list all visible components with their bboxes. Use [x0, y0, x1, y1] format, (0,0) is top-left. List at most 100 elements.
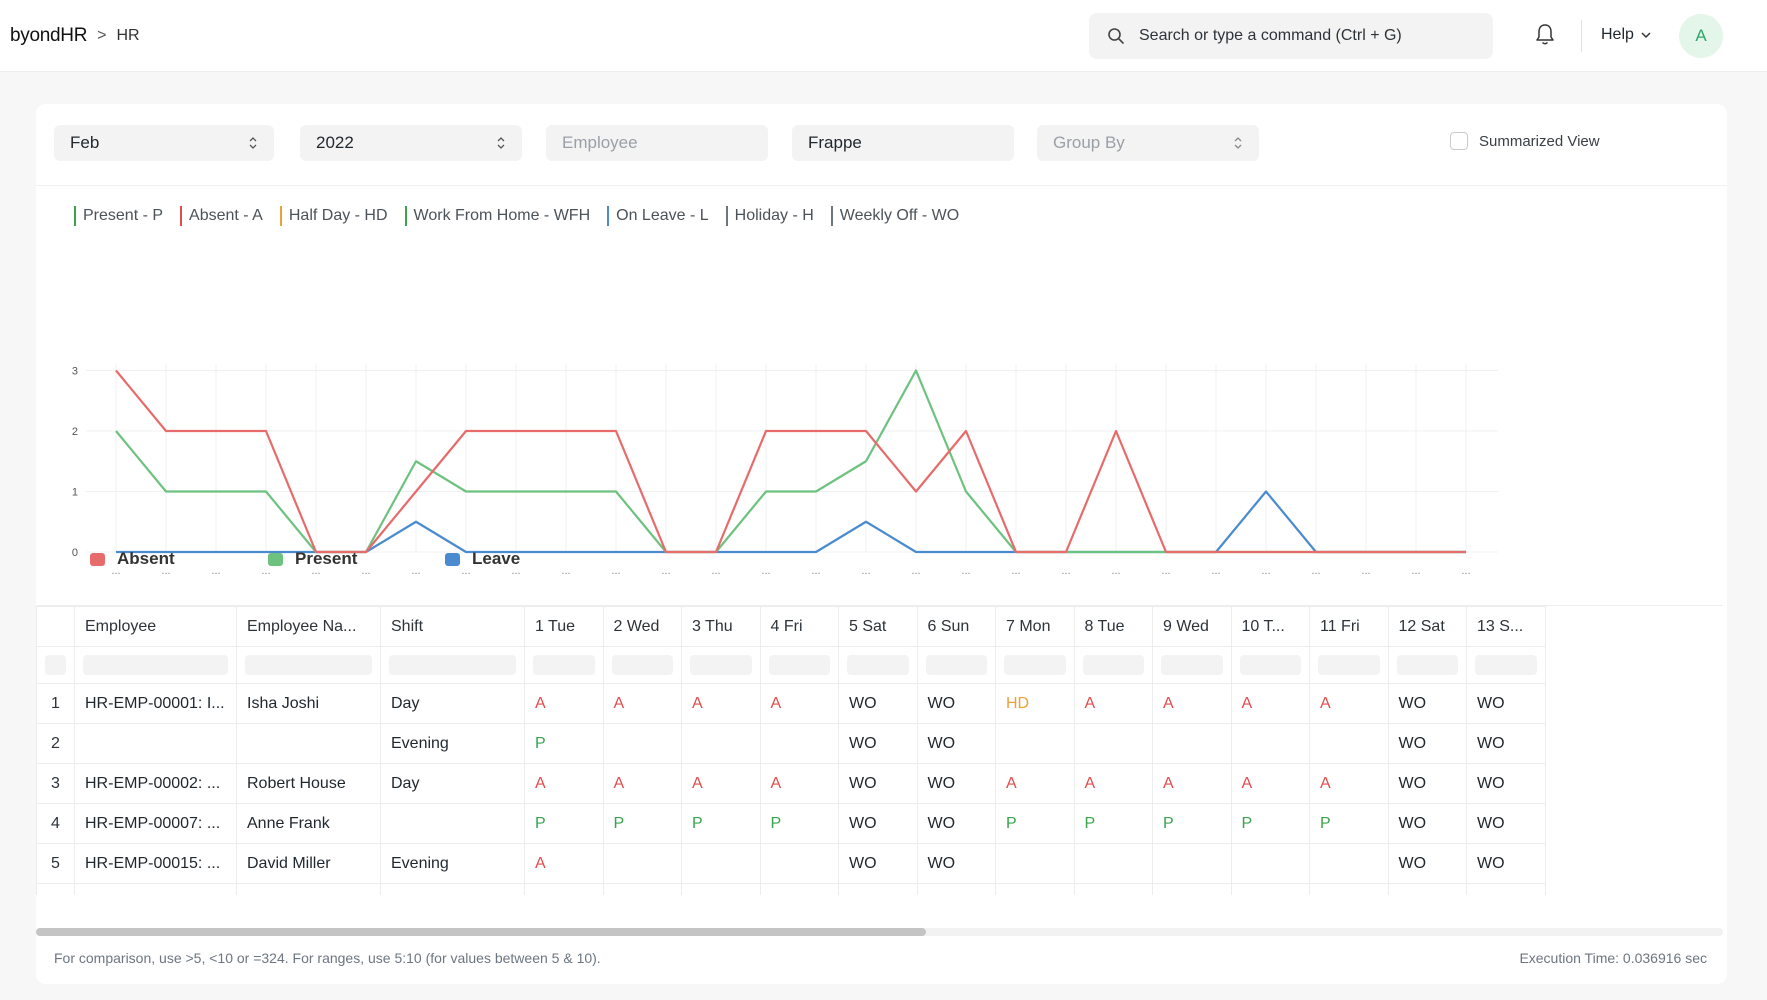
row-number[interactable]: 6 [36, 883, 75, 895]
attendance-cell[interactable]: P [681, 803, 761, 844]
attendance-cell[interactable] [1230, 883, 1310, 895]
attendance-cell[interactable]: P [524, 723, 604, 764]
row-number[interactable]: 5 [36, 843, 75, 884]
shift-cell[interactable] [380, 803, 525, 844]
attendance-cell[interactable] [759, 723, 839, 764]
attendance-cell[interactable] [602, 843, 682, 884]
column-filter-input[interactable] [1475, 655, 1537, 675]
series-line-present[interactable] [115, 369, 1466, 554]
attendance-cell[interactable] [995, 843, 1075, 884]
attendance-cell[interactable]: A [524, 843, 604, 884]
attendance-cell[interactable] [681, 723, 761, 764]
breadcrumb-hr[interactable]: HR [116, 27, 139, 45]
attendance-cell[interactable] [1230, 843, 1310, 884]
attendance-cell[interactable]: P [995, 803, 1075, 844]
column-header[interactable]: 2 Wed [602, 606, 682, 647]
attendance-cell[interactable]: WO [838, 803, 918, 844]
attendance-cell[interactable]: A [759, 763, 839, 804]
attendance-cell[interactable]: A [1309, 763, 1389, 804]
column-filter-input[interactable] [1318, 655, 1380, 675]
attendance-cell[interactable]: WO [1387, 723, 1467, 764]
column-filter-input[interactable] [768, 655, 830, 675]
employee-id-cell[interactable]: HR-EMP-00002: ... [74, 763, 237, 804]
attendance-cell[interactable]: WO [1466, 723, 1546, 764]
shift-cell[interactable] [380, 883, 525, 895]
attendance-cell[interactable]: WO [1387, 843, 1467, 884]
employee-name-cell[interactable]: Test Emp [236, 883, 381, 895]
series-line-leave[interactable] [116, 490, 1466, 554]
row-number[interactable]: 1 [36, 683, 75, 724]
column-header[interactable]: 12 Sat [1387, 606, 1467, 647]
attendance-cell[interactable]: A [1073, 683, 1153, 724]
column-filter-input[interactable] [847, 655, 909, 675]
employee-name-cell[interactable]: Isha Joshi [236, 683, 381, 724]
attendance-cell[interactable]: P [1230, 803, 1310, 844]
avatar[interactable]: A [1679, 14, 1723, 58]
attendance-cell[interactable]: P [1073, 803, 1153, 844]
column-header[interactable]: 10 T... [1230, 606, 1310, 647]
attendance-cell[interactable]: WO [1466, 843, 1546, 884]
column-filter-input[interactable] [1161, 655, 1223, 675]
attendance-cell[interactable] [602, 723, 682, 764]
attendance-cell[interactable]: P [1309, 803, 1389, 844]
table-row[interactable]: 3 HR-EMP-00002: ... Robert House Day A A A A WO W… [36, 763, 1546, 804]
column-header[interactable]: Employee Na... [236, 606, 381, 647]
brand-logo[interactable]: byondHR [10, 25, 87, 47]
column-header[interactable]: Employee [74, 606, 237, 647]
column-header[interactable]: 5 Sat [838, 606, 918, 647]
table-row[interactable]: 5 HR-EMP-00015: ... David Miller Evening A WO… [36, 843, 1546, 884]
attendance-cell[interactable] [602, 883, 682, 895]
column-filter-input[interactable] [533, 655, 595, 675]
attendance-cell[interactable]: WO [838, 843, 918, 884]
column-filter-input[interactable] [1004, 655, 1066, 675]
shift-cell[interactable]: Evening [380, 843, 525, 884]
attendance-cell[interactable]: P [759, 803, 839, 844]
attendance-cell[interactable] [1073, 723, 1153, 764]
attendance-cell[interactable]: P [1152, 803, 1232, 844]
attendance-cell[interactable]: WO [1466, 883, 1546, 895]
attendance-cell[interactable]: WO [838, 883, 918, 895]
column-header[interactable]: 6 Sun [916, 606, 996, 647]
attendance-cell[interactable] [1309, 883, 1389, 895]
attendance-cell[interactable] [681, 843, 761, 884]
legend-item-absent[interactable]: Absent [90, 549, 175, 569]
employee-name-cell[interactable] [236, 723, 381, 764]
attendance-cell[interactable] [759, 843, 839, 884]
attendance-cell[interactable] [1152, 883, 1232, 895]
legend-item-leave[interactable]: Leave [445, 549, 520, 569]
attendance-cell[interactable]: WO [1387, 803, 1467, 844]
attendance-cell[interactable]: WO [838, 763, 918, 804]
attendance-cell[interactable]: WO [838, 683, 918, 724]
column-header[interactable]: Shift [380, 606, 525, 647]
column-filter-input[interactable] [1396, 655, 1458, 675]
column-filter-input[interactable] [690, 655, 752, 675]
help-dropdown[interactable]: Help [1601, 26, 1652, 44]
attendance-cell[interactable]: WO [1466, 803, 1546, 844]
column-header[interactable]: 9 Wed [1152, 606, 1232, 647]
column-filter-input[interactable] [245, 655, 372, 675]
attendance-cell[interactable]: A [681, 763, 761, 804]
attendance-cell[interactable] [1230, 723, 1310, 764]
search-bar[interactable]: Search or type a command (Ctrl + G) [1089, 13, 1493, 59]
column-header[interactable]: 4 Fri [759, 606, 839, 647]
attendance-cell[interactable]: WO [1466, 683, 1546, 724]
column-filter-input[interactable] [45, 655, 66, 675]
row-number[interactable]: 3 [36, 763, 75, 804]
attendance-cell[interactable]: WO [916, 763, 996, 804]
column-header[interactable]: 1 Tue [524, 606, 604, 647]
attendance-cell[interactable]: WO [838, 723, 918, 764]
employee-name-cell[interactable]: David Miller [236, 843, 381, 884]
row-number[interactable]: 4 [36, 803, 75, 844]
attendance-cell[interactable]: WO [916, 883, 996, 895]
column-filter-input[interactable] [1082, 655, 1144, 675]
employee-name-cell[interactable]: Anne Frank [236, 803, 381, 844]
employee-id-cell[interactable]: HR-EMP-00001: I... [74, 683, 237, 724]
shift-cell[interactable]: Evening [380, 723, 525, 764]
attendance-cell[interactable]: A [524, 683, 604, 724]
column-filter-input[interactable] [611, 655, 673, 675]
attendance-cell[interactable] [681, 883, 761, 895]
attendance-cell[interactable]: A [995, 763, 1075, 804]
row-number[interactable]: 2 [36, 723, 75, 764]
attendance-cell[interactable]: A [524, 763, 604, 804]
attendance-cell[interactable]: WO [916, 803, 996, 844]
